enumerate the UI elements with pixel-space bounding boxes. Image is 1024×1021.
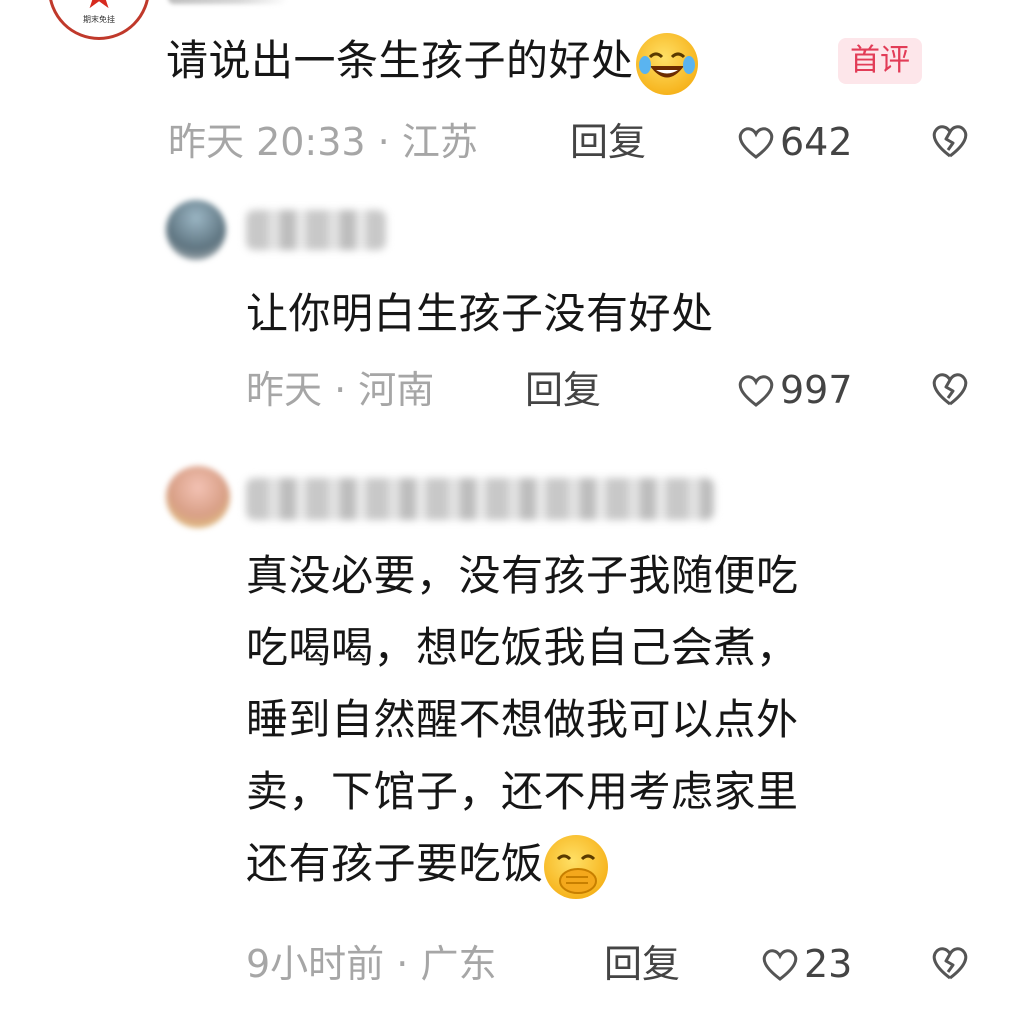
reply-meta: 9小时前 · 广东 xyxy=(246,942,497,986)
like-count: 997 xyxy=(780,368,853,412)
heart-icon xyxy=(762,949,798,981)
reply-meta: 昨天 · 河南 xyxy=(246,368,435,412)
like-count: 642 xyxy=(780,120,853,164)
like-button[interactable]: 23 xyxy=(760,940,852,988)
like-button[interactable]: 642 xyxy=(736,118,853,166)
heart-icon xyxy=(738,375,774,407)
like-button[interactable]: 997 xyxy=(736,366,853,414)
hand-over-mouth-emoji-icon xyxy=(543,834,608,899)
reply-text: 让你明白生孩子没有好处 xyxy=(246,289,714,338)
reply-button[interactable]: 回复 xyxy=(525,366,601,414)
comment-meta: 昨天 20:33 · 江苏 xyxy=(168,120,478,164)
dislike-button[interactable] xyxy=(930,944,970,982)
reply-username-blurred[interactable] xyxy=(246,210,386,250)
reply-text: 真没必要，没有孩子我随便吃 吃喝喝，想吃饭我自己会煮， 睡到自然醒不想做我可以点… xyxy=(246,540,1006,900)
seal-logo: 期末免挂 xyxy=(83,15,115,24)
dislike-button[interactable] xyxy=(930,122,970,160)
like-count: 23 xyxy=(804,942,853,986)
reply-avatar[interactable] xyxy=(166,466,230,528)
username-blurred[interactable] xyxy=(168,0,288,4)
user-avatar[interactable]: ★ 期末免挂 xyxy=(48,0,150,40)
comment-text: 请说出一条生孩子的好处 xyxy=(166,25,698,97)
laughing-crying-emoji-icon xyxy=(635,32,698,95)
broken-heart-icon xyxy=(932,125,968,158)
star-icon: ★ xyxy=(81,0,117,15)
reply-avatar[interactable] xyxy=(166,200,226,260)
dislike-button[interactable] xyxy=(930,370,970,408)
reply-button[interactable]: 回复 xyxy=(570,118,646,166)
heart-icon xyxy=(738,127,774,159)
first-comment-badge: 首评 xyxy=(838,38,922,84)
reply-button[interactable]: 回复 xyxy=(604,940,680,988)
broken-heart-icon xyxy=(932,373,968,406)
reply-username-blurred[interactable] xyxy=(246,478,714,520)
broken-heart-icon xyxy=(932,947,968,980)
